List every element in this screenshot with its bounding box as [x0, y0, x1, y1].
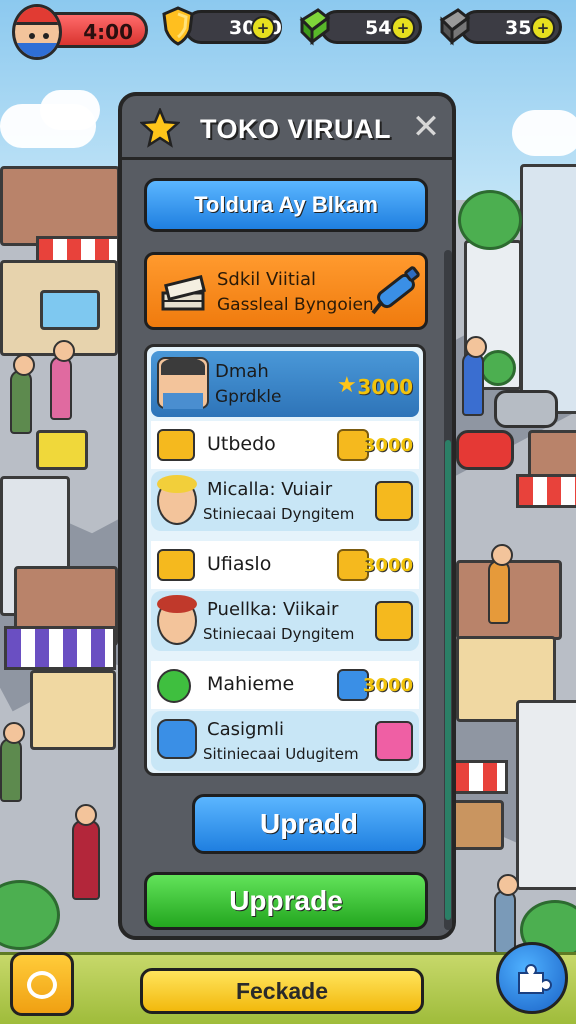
- scrollbar-thumb[interactable]: [445, 440, 451, 920]
- selected-item-name: Dmah: [215, 361, 269, 382]
- puzzle-button[interactable]: [496, 942, 568, 1014]
- list-item-name: Utbedo: [207, 433, 276, 455]
- list-subitem[interactable]: Micalla: Vuiair Stiniecaai Dyngitem: [151, 471, 419, 531]
- fruit-stand: [452, 800, 504, 850]
- avatar-eye: [43, 33, 49, 39]
- feckade-button[interactable]: Feckade: [140, 968, 424, 1014]
- upgrade-green-button[interactable]: Upprade: [144, 872, 428, 930]
- list-subitem-title: Puellka: Viikair: [207, 599, 339, 620]
- stone-counter: 350 +: [460, 10, 562, 44]
- redhead-character-icon: [157, 595, 197, 645]
- featured-title: Sdkil Viitial: [217, 269, 317, 290]
- shop-awning: [4, 626, 116, 670]
- camera-button[interactable]: [10, 952, 74, 1016]
- shop-awning: [452, 760, 508, 794]
- crate-icon: [157, 549, 195, 581]
- crate-stack-icon: [375, 601, 413, 641]
- timer: 4:00: [52, 12, 148, 48]
- pedestrian: [494, 874, 519, 954]
- paint-tube-icon: [371, 266, 420, 315]
- featured-subtitle: Gassleal Byngoien: [217, 295, 374, 315]
- toldura-button[interactable]: Toldura Ay Blkam: [144, 178, 428, 232]
- pedestrian: [72, 804, 100, 900]
- lumber-stack-icon: [161, 275, 206, 311]
- star-icon: [140, 108, 180, 148]
- crate-icon: [157, 429, 195, 461]
- selected-item[interactable]: Dmah Gprdkle ★ 3000: [151, 351, 419, 417]
- list-subitem-desc: Stiniecaai Dyngitem: [203, 625, 355, 643]
- list-subitem[interactable]: Puellka: Viikair Stiniecaai Dyngitem: [151, 591, 419, 651]
- add-green-button[interactable]: +: [391, 16, 415, 40]
- green-counter: 540 +: [320, 10, 422, 44]
- list-subitem[interactable]: Casigmli Sitiniecaai Udugitem: [151, 711, 419, 771]
- list-subitem-title: Micalla: Vuiair: [207, 479, 333, 500]
- list-item[interactable]: Mahieme 3000: [151, 661, 419, 709]
- pedestrian: [462, 336, 487, 416]
- shop-panel: TOKO VIRUAL ✕ Toldura Ay Blkam Sdkil Vii…: [118, 92, 456, 940]
- blond-character-icon: [157, 475, 197, 525]
- avatar-hat: [15, 7, 59, 25]
- puzzle-icon: [518, 964, 552, 994]
- fruit-stand: [30, 670, 116, 750]
- stone-icon: [439, 8, 471, 46]
- list-subitem-title: Casigmli: [207, 719, 284, 740]
- selected-item-subtitle: Gprdkle: [215, 387, 282, 407]
- shield-counter: 3020 +: [184, 10, 282, 44]
- cloud: [40, 90, 100, 130]
- player-avatar[interactable]: [12, 4, 62, 60]
- list-item-name: Ufiaslo: [207, 553, 272, 575]
- car: [456, 430, 514, 470]
- list-item-price: 3000: [362, 435, 413, 456]
- car: [494, 390, 558, 428]
- item-list: Dmah Gprdkle ★ 3000 Utbedo 3000 Micalla:…: [144, 344, 426, 776]
- tower-building: [520, 164, 576, 414]
- upgrade-blue-button[interactable]: Upradd: [192, 794, 426, 854]
- tree: [458, 190, 522, 250]
- list-subitem-desc: Stiniecaai Dyngitem: [203, 505, 355, 523]
- list-item[interactable]: Utbedo 3000: [151, 421, 419, 469]
- blue-capsule-icon: [157, 719, 197, 759]
- character-portrait-icon: [157, 357, 209, 409]
- panel-header: TOKO VIRUAL ✕: [122, 96, 452, 160]
- sparkle-star-icon: ★: [337, 373, 357, 398]
- pedestrian: [50, 340, 75, 420]
- featured-card[interactable]: Sdkil Viitial Gassleal Byngoien: [144, 252, 428, 330]
- add-stone-button[interactable]: +: [531, 16, 555, 40]
- timer-text: 4:00: [83, 20, 133, 44]
- shop-roof: [0, 166, 120, 246]
- shop-window: [40, 290, 100, 330]
- camera-icon: [27, 971, 57, 999]
- list-item-price: 3000: [362, 555, 413, 576]
- office-building: [516, 700, 576, 890]
- shop-awning: [516, 474, 576, 508]
- pedestrian: [10, 354, 35, 434]
- list-item-name: Mahieme: [207, 673, 295, 695]
- pedestrian: [488, 544, 513, 624]
- cart: [36, 430, 88, 470]
- list-item-price: 3000: [362, 675, 413, 696]
- shield-icon: [162, 6, 194, 46]
- close-button[interactable]: ✕: [408, 110, 444, 146]
- tree: [480, 350, 516, 386]
- green-block-icon: [299, 8, 331, 46]
- green-orb-icon: [157, 669, 191, 703]
- selected-item-price: 3000: [357, 375, 413, 399]
- pink-box-icon: [375, 721, 413, 761]
- panel-title: TOKO VIRUAL: [200, 114, 392, 144]
- avatar-eye: [29, 33, 35, 39]
- pedestrian: [0, 722, 25, 802]
- crate-stack-icon: [375, 481, 413, 521]
- list-item[interactable]: Ufiaslo 3000: [151, 541, 419, 589]
- add-shield-button[interactable]: +: [251, 16, 275, 40]
- avatar-shirt: [15, 43, 59, 57]
- top-hud: 4:00 3020 + 540 + 350 +: [0, 0, 576, 60]
- cloud: [512, 110, 576, 156]
- list-subitem-desc: Sitiniecaai Udugitem: [203, 745, 359, 763]
